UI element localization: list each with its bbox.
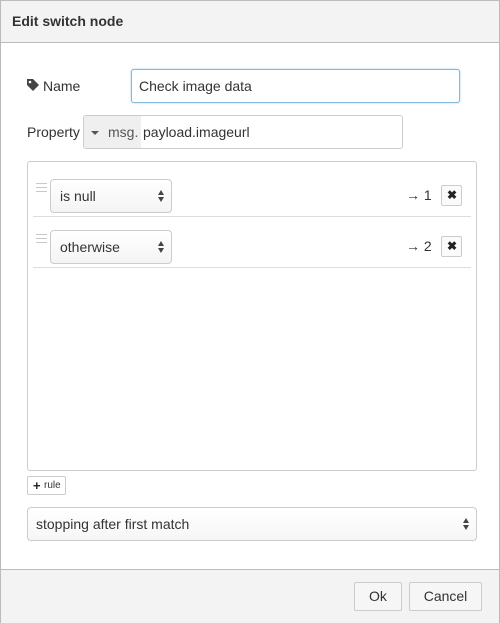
drag-handle-icon[interactable] xyxy=(36,234,47,243)
drag-handle-icon[interactable] xyxy=(36,183,47,192)
property-type-selector[interactable]: msg. xyxy=(84,116,141,148)
property-label: Property xyxy=(27,124,80,140)
close-icon: ✖ xyxy=(447,188,458,202)
rule-row: otherwise → 2 ✖ xyxy=(33,217,471,268)
rules-list[interactable]: is null → 1 ✖ otherwise → 2 ✖ xyxy=(27,161,477,471)
dialog-titlebar: Edit switch node xyxy=(1,1,499,43)
rule-operator-select[interactable]: is null xyxy=(50,179,172,213)
rule-operator-select[interactable]: otherwise xyxy=(50,230,172,264)
ok-button[interactable]: Ok xyxy=(354,582,402,611)
rule-operator-value: is null xyxy=(60,188,96,204)
caret-down-icon xyxy=(91,131,99,135)
close-icon: ✖ xyxy=(447,239,458,253)
dialog-title: Edit switch node xyxy=(12,13,124,29)
property-typed-input[interactable]: msg. payload.imageurl xyxy=(83,115,403,149)
delete-rule-button[interactable]: ✖ xyxy=(441,185,462,206)
cancel-button[interactable]: Cancel xyxy=(409,582,482,611)
tag-icon xyxy=(27,79,39,91)
updown-arrows-icon xyxy=(463,518,471,531)
check-all-select[interactable]: stopping after first match xyxy=(27,507,477,541)
add-rule-label: rule xyxy=(44,480,61,491)
add-rule-button[interactable]: + rule xyxy=(27,476,66,495)
rule-operator-value: otherwise xyxy=(60,239,120,255)
check-all-value: stopping after first match xyxy=(36,516,190,532)
rule-output-label: → 1 xyxy=(406,187,432,203)
rule-output-label: → 2 xyxy=(406,238,432,254)
property-value[interactable]: payload.imageurl xyxy=(143,124,250,140)
property-type-label: msg. xyxy=(108,124,139,140)
dialog-footer: Ok Cancel xyxy=(1,569,499,623)
name-label: Name xyxy=(43,78,81,94)
rule-row: is null → 1 ✖ xyxy=(33,166,471,217)
name-input[interactable] xyxy=(131,69,460,103)
updown-arrows-icon xyxy=(158,190,166,203)
edit-switch-node-dialog: Edit switch node Name Property msg. payl… xyxy=(0,0,500,623)
updown-arrows-icon xyxy=(158,241,166,254)
plus-icon: + xyxy=(33,478,41,493)
delete-rule-button[interactable]: ✖ xyxy=(441,236,462,257)
